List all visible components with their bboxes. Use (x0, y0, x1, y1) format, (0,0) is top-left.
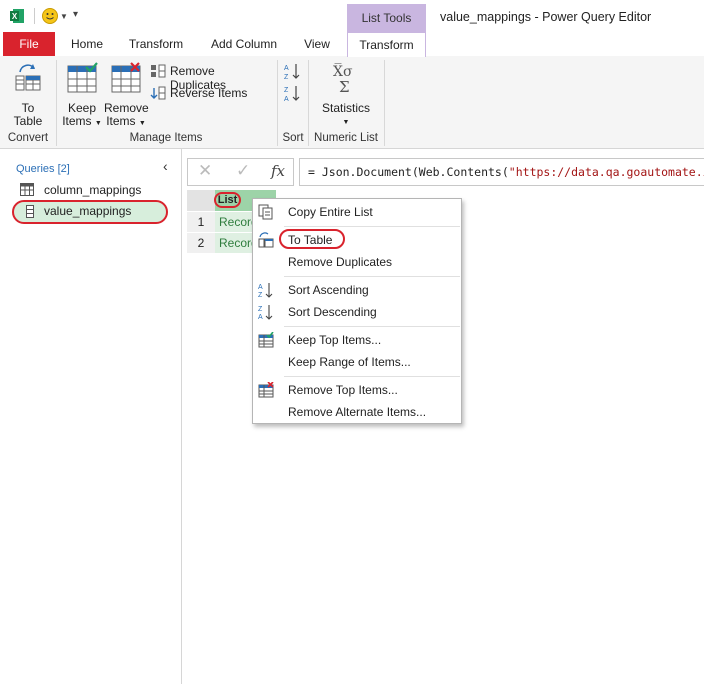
svg-text:A: A (284, 65, 289, 72)
svg-text:Z: Z (258, 306, 263, 313)
tab-home[interactable]: Home (62, 32, 112, 56)
menu-item-keep-range-of-items[interactable]: Keep Range of Items... (288, 355, 411, 369)
reverse-items-icon (150, 86, 166, 100)
svg-text:Σ: Σ (339, 78, 350, 94)
remove-duplicates-icon (151, 64, 166, 78)
sort-ascending-icon: A Z (258, 283, 273, 298)
queries-pane (0, 149, 182, 684)
table-icon (20, 183, 34, 196)
svg-text:A: A (284, 96, 289, 102)
customize-toolbar-icon[interactable]: ▾ (73, 9, 78, 20)
smiley-dropdown-icon[interactable]: ▼ (60, 12, 68, 21)
row-number: 1 (187, 211, 215, 232)
svg-text:Z: Z (284, 87, 289, 94)
statistics-dropdown-icon: ▼ (342, 119, 350, 126)
remove-top-items-icon (258, 382, 274, 398)
fx-icon[interactable]: fx (271, 162, 285, 180)
group-sort-label: Sort (282, 132, 304, 144)
sort-ascending-button[interactable]: A Z (284, 62, 302, 81)
cancel-formula-icon[interactable]: ✕ (198, 161, 212, 181)
to-table-label-2: Table (13, 114, 43, 128)
group-manage-items-label: Manage Items (129, 132, 203, 144)
statistics-button[interactable]: X̅σ Σ Statistics ▼ (318, 60, 374, 126)
remove-items-dropdown-icon: ▼ (138, 120, 146, 127)
group-convert-label: Convert (7, 132, 49, 144)
tab-view[interactable]: View (296, 32, 338, 56)
remove-duplicates-button[interactable]: Remove Duplicates (150, 62, 272, 92)
sort-ascending-icon: A Z (284, 64, 300, 81)
to-table-button[interactable]: To Table (8, 60, 48, 128)
svg-text:A: A (258, 284, 263, 291)
svg-text:X: X (12, 12, 18, 21)
menu-separator (284, 376, 460, 377)
remove-items-button[interactable]: Remove Items ▼ (104, 60, 149, 128)
svg-text:Z: Z (284, 74, 289, 80)
menu-separator (284, 326, 460, 327)
list-icon (26, 205, 34, 218)
window-title: value_mappings - Power Query Editor (440, 10, 652, 24)
tab-transform[interactable]: Transform (122, 32, 190, 56)
tab-add-column[interactable]: Add Column (203, 32, 285, 56)
menu-item-copy-entire-list[interactable]: Copy Entire List (288, 205, 373, 219)
ribbon-separator (308, 60, 309, 146)
menu-item-remove-alternate-items[interactable]: Remove Alternate Items... (288, 405, 426, 419)
reverse-items-button[interactable]: Reverse Items (150, 84, 272, 102)
copy-icon (258, 204, 273, 220)
commit-formula-icon[interactable]: ✓ (236, 161, 250, 181)
menu-item-sort-descending[interactable]: Sort Descending (288, 305, 377, 319)
ribbon-separator (56, 60, 57, 146)
smiley-feedback-icon[interactable] (42, 8, 58, 24)
collapse-pane-icon[interactable]: ‹ (163, 158, 168, 174)
formula-controls: ✕ ✓ fx (187, 158, 294, 186)
tab-file[interactable]: File (3, 32, 55, 56)
menu-item-sort-ascending[interactable]: Sort Ascending (288, 283, 369, 297)
keep-items-label-2: Items ▼ (62, 114, 102, 128)
to-table-menu-icon (258, 232, 274, 248)
group-numeric-list-label: Numeric List (314, 132, 378, 144)
tab-list-transform[interactable]: Transform (347, 32, 426, 57)
query-item-column-mappings[interactable]: column_mappings (12, 178, 168, 202)
keep-top-items-icon (258, 332, 274, 348)
statistics-label: Statistics (321, 101, 370, 115)
query-item-value-mappings[interactable]: value_mappings (12, 200, 168, 224)
sort-descending-icon: Z A (284, 86, 300, 103)
query-name: column_mappings (44, 183, 142, 197)
grid-corner[interactable] (187, 190, 215, 211)
query-name: value_mappings (44, 204, 132, 218)
remove-items-label-2: Items ▼ (106, 114, 146, 128)
menu-separator (284, 226, 460, 227)
formula-input[interactable]: = Json.Document(Web.Contents("https://da… (299, 158, 704, 186)
menu-separator (284, 276, 460, 277)
reverse-items-label: Reverse Items (170, 86, 248, 100)
queries-header: Queries [2] (16, 163, 70, 175)
toolbar-separator (34, 8, 35, 24)
remove-items-icon (111, 62, 141, 93)
ribbon-separator (384, 60, 385, 146)
menu-item-keep-top-items[interactable]: Keep Top Items... (288, 333, 381, 347)
list-tools-label: List Tools (361, 11, 412, 25)
keep-items-button[interactable]: Keep Items ▼ (62, 60, 102, 128)
column-header-label[interactable]: List (214, 192, 241, 208)
svg-text:A: A (258, 314, 263, 320)
sort-descending-button[interactable]: Z A (284, 84, 302, 103)
keep-items-dropdown-icon: ▼ (94, 120, 102, 127)
keep-items-icon (67, 62, 98, 93)
to-table-icon (15, 64, 41, 91)
menu-item-remove-top-items[interactable]: Remove Top Items... (288, 383, 398, 397)
sort-descending-icon: Z A (258, 305, 273, 320)
formula-text: = Json.Document(Web.Contents( (308, 165, 509, 179)
formula-string: "https://data.qa.goautomate.io/ (508, 165, 704, 179)
excel-icon[interactable]: X (9, 8, 25, 24)
svg-text:Z: Z (258, 292, 263, 298)
highlight-ring (279, 229, 345, 249)
menu-item-remove-duplicates[interactable]: Remove Duplicates (288, 255, 392, 269)
row-number: 2 (187, 232, 215, 253)
statistics-icon: X̅σ Σ (333, 62, 353, 94)
